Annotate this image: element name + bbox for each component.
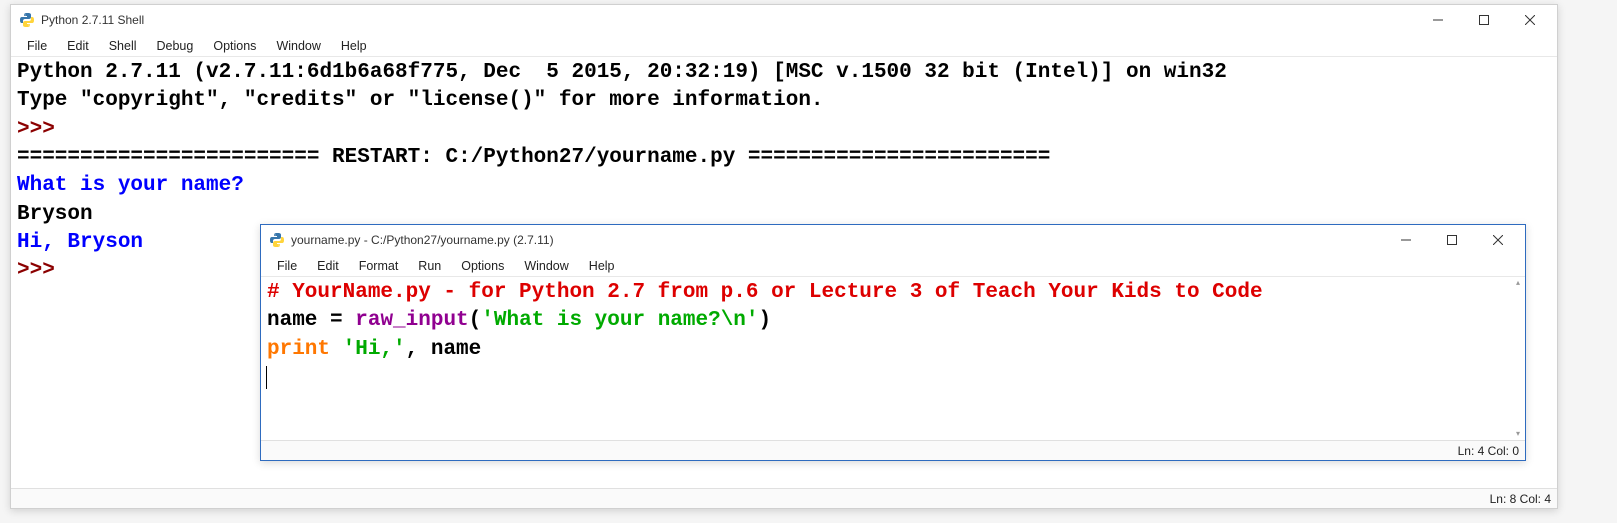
code-space [330,338,343,361]
code-string: 'What is your name?\n' [481,309,758,332]
code-comment: # YourName.py - for Python 2.7 from p.6 … [267,281,1263,304]
menu-run[interactable]: Run [408,257,451,275]
menu-options[interactable]: Options [451,257,514,275]
shell-banner-line2: Type "copyright", "credits" or "license(… [17,89,824,112]
code-keyword-print: print [267,338,330,361]
editor-scrollbar[interactable]: ▴ ▾ [1514,279,1522,438]
minimize-button[interactable] [1383,225,1429,255]
shell-cursor-position: Ln: 8 Col: 4 [1490,492,1551,506]
shell-titlebar[interactable]: Python 2.7.11 Shell [11,5,1557,35]
code-rparen: ) [759,309,772,332]
code-string: 'Hi,' [343,338,406,361]
shell-stdout-greeting: Hi, Bryson [17,231,143,254]
shell-restart-line: ======================== RESTART: C:/Pyt… [17,146,1050,169]
menu-edit[interactable]: Edit [57,37,99,55]
menu-window[interactable]: Window [514,257,578,275]
shell-prompt: >>> [17,118,67,141]
code-lparen: ( [469,309,482,332]
shell-window-controls [1415,5,1553,35]
menu-window[interactable]: Window [266,37,330,55]
menu-help[interactable]: Help [331,37,377,55]
shell-user-input: Bryson [17,203,93,226]
shell-menubar: File Edit Shell Debug Options Window Hel… [11,35,1557,57]
scroll-up-icon[interactable]: ▴ [1514,279,1522,287]
menu-shell[interactable]: Shell [99,37,147,55]
python-icon [19,12,35,28]
menu-format[interactable]: Format [349,257,409,275]
editor-menubar: File Edit Format Run Options Window Help [261,255,1525,277]
python-editor-window: yourname.py - C:/Python27/yourname.py (2… [260,224,1526,461]
menu-file[interactable]: File [267,257,307,275]
menu-edit[interactable]: Edit [307,257,349,275]
editor-title-text: yourname.py - C:/Python27/yourname.py (2… [291,233,1383,247]
code-var-name: name [267,309,330,332]
close-button[interactable] [1475,225,1521,255]
editor-window-controls [1383,225,1521,255]
editor-statusbar: Ln: 4 Col: 0 [261,440,1525,460]
code-equals: = [330,309,355,332]
shell-stdout-question: What is your name? [17,174,244,197]
menu-help[interactable]: Help [579,257,625,275]
code-builtin: raw_input [355,309,468,332]
close-button[interactable] [1507,5,1553,35]
text-cursor [266,366,267,389]
shell-banner-line1: Python 2.7.11 (v2.7.11:6d1b6a68f775, Dec… [17,61,1227,84]
minimize-button[interactable] [1415,5,1461,35]
python-icon [269,232,285,248]
maximize-button[interactable] [1429,225,1475,255]
editor-cursor-position: Ln: 4 Col: 0 [1458,444,1519,458]
menu-file[interactable]: File [17,37,57,55]
editor-content[interactable]: # YourName.py - for Python 2.7 from p.6 … [261,277,1525,440]
scroll-down-icon[interactable]: ▾ [1514,430,1522,438]
code-comma-name: , name [406,338,482,361]
menu-debug[interactable]: Debug [147,37,204,55]
editor-titlebar[interactable]: yourname.py - C:/Python27/yourname.py (2… [261,225,1525,255]
maximize-button[interactable] [1461,5,1507,35]
shell-statusbar: Ln: 8 Col: 4 [11,488,1557,508]
shell-title-text: Python 2.7.11 Shell [41,13,1415,27]
menu-options[interactable]: Options [203,37,266,55]
shell-prompt: >>> [17,259,67,282]
